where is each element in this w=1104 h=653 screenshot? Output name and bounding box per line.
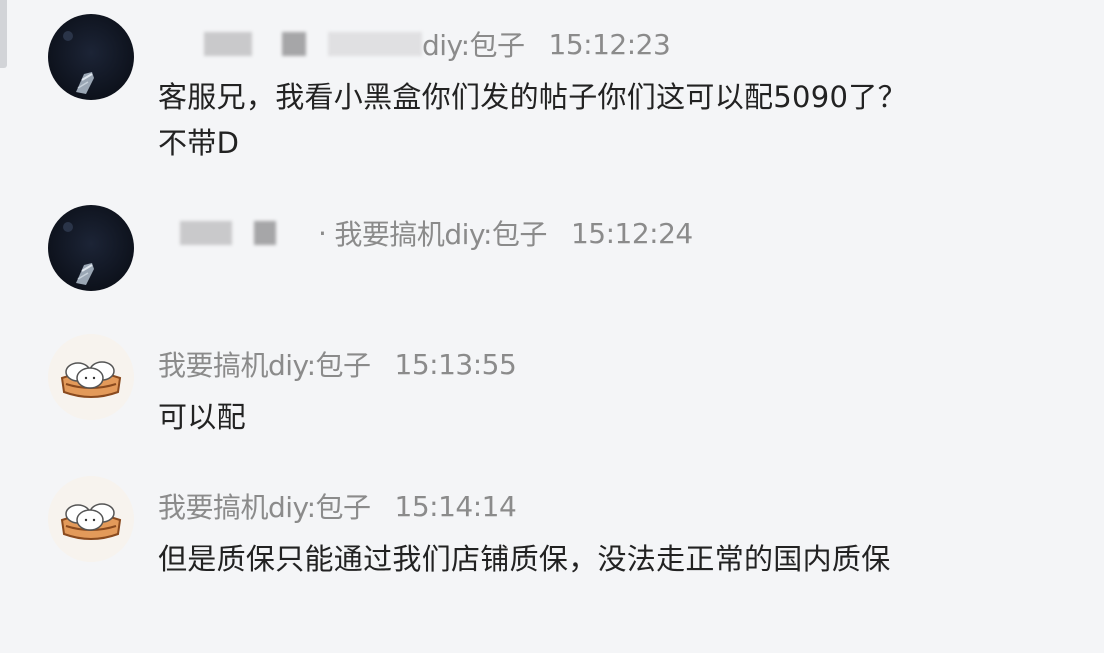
message-timestamp: 15:12:24 <box>570 216 693 250</box>
separator-dot: · <box>318 216 327 250</box>
message-header: 我要搞机diy:包子 15:14:14 <box>158 488 517 525</box>
baozi-steamer-icon <box>48 476 134 562</box>
user-avatar[interactable] <box>48 14 134 100</box>
redacted-name-block <box>328 32 422 56</box>
dark-user-avatar-icon <box>48 205 134 291</box>
redacted-name-block <box>282 32 306 56</box>
sender-name: 我要搞机diy:包子 <box>158 349 371 382</box>
message-timestamp: 15:12:23 <box>548 27 671 61</box>
redacted-name-block <box>180 221 232 245</box>
baozi-steamer-icon <box>48 334 134 420</box>
message-timestamp: 15:14:14 <box>394 489 517 523</box>
message-header: diy:包子 15:12:23 <box>158 26 671 62</box>
scrollbar-thumb[interactable] <box>0 0 7 68</box>
redacted-name-block <box>204 32 252 56</box>
redacted-name-block <box>254 221 276 245</box>
message-timestamp: 15:13:55 <box>394 347 517 381</box>
message-header: 我要搞机diy:包子 15:13:55 <box>158 346 517 383</box>
message-text: 客服兄，我看小黑盒你们发的帖子你们这可以配5090了？不带D <box>158 80 907 160</box>
message-text: 可以配 <box>158 400 246 434</box>
user-avatar[interactable] <box>48 205 134 291</box>
message-text: 但是质保只能通过我们店铺质保，没法走正常的国内质保 <box>158 542 891 576</box>
dark-user-avatar-icon <box>48 14 134 100</box>
shop-avatar[interactable] <box>48 476 134 562</box>
sender-name: 我要搞机diy:包子 <box>334 218 547 251</box>
shop-avatar[interactable] <box>48 334 134 420</box>
message-header: · 我要搞机diy:包子 15:12:24 <box>158 215 693 251</box>
sender-name: 我要搞机diy:包子 <box>158 491 371 524</box>
sender-name: diy:包子 <box>422 29 525 62</box>
